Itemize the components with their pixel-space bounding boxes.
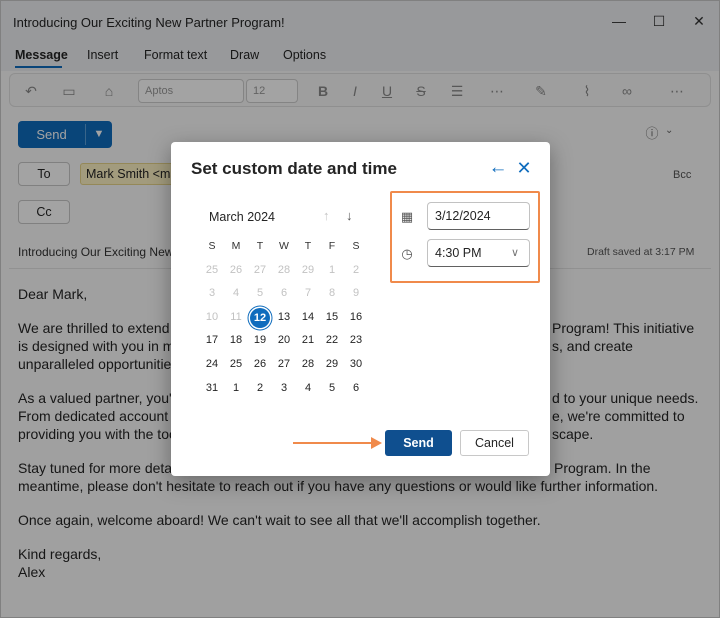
dialog-title: Set custom date and time xyxy=(191,159,397,178)
calendar-day[interactable]: 17 xyxy=(200,329,224,353)
calendar-day: 10 xyxy=(205,310,219,323)
previous-month-arrow-icon[interactable]: ↑ xyxy=(323,208,330,223)
calendar-day[interactable]: 4 xyxy=(296,377,320,401)
calendar-week-row: 25 26 27 28 29 1 2 xyxy=(200,259,368,283)
weekday-header-row: S M T W T F S xyxy=(200,235,368,259)
calendar-month-label: March 2024 xyxy=(209,210,276,224)
next-month-arrow-icon[interactable]: ↓ xyxy=(346,208,353,223)
weekday-label: W xyxy=(279,240,289,252)
calendar-week-row: 17 18 19 20 21 22 23 xyxy=(200,329,368,353)
custom-date-time-dialog: Set custom date and time ← ✕ March 2024 … xyxy=(171,142,550,476)
calendar-day[interactable]: 2 xyxy=(248,377,272,401)
calendar-day[interactable]: 29 xyxy=(320,353,344,377)
calendar-day: 8 xyxy=(328,287,336,300)
calendar-day: 27 xyxy=(253,263,267,276)
calendar-day[interactable]: 25 xyxy=(224,353,248,377)
calendar-day: 6 xyxy=(280,287,288,300)
calendar-day[interactable]: 3 xyxy=(272,377,296,401)
weekday-label: T xyxy=(304,240,312,252)
calendar-day[interactable]: 26 xyxy=(248,353,272,377)
calendar-grid: S M T W T F S 25 26 27 28 29 1 2 3 4 5 6… xyxy=(200,235,368,400)
calendar-day: 28 xyxy=(277,263,291,276)
back-arrow-icon[interactable]: ← xyxy=(487,157,509,179)
calendar-day[interactable]: 30 xyxy=(344,353,368,377)
calendar-day: 5 xyxy=(256,287,264,300)
time-select-value: 4:30 PM xyxy=(435,246,482,260)
calendar-day[interactable]: 24 xyxy=(200,353,224,377)
calendar-day[interactable]: 23 xyxy=(344,329,368,353)
calendar-day[interactable]: 31 xyxy=(200,377,224,401)
calendar-week-row: 24 25 26 27 28 29 30 xyxy=(200,353,368,377)
calendar-day: 26 xyxy=(229,263,243,276)
pointer-arrow xyxy=(293,442,373,444)
dialog-cancel-button[interactable]: Cancel xyxy=(460,430,529,456)
calendar-day: 1 xyxy=(328,263,336,276)
calendar-day[interactable]: 27 xyxy=(272,353,296,377)
calendar-day[interactable]: 13 xyxy=(272,306,296,330)
calendar-week-row: 10 11 12 13 14 15 16 xyxy=(200,306,368,330)
calendar-day: 3 xyxy=(208,287,216,300)
date-input[interactable] xyxy=(427,202,530,230)
weekday-label: T xyxy=(256,240,264,252)
calendar-day: 11 xyxy=(230,310,242,323)
calendar-day: 29 xyxy=(301,263,315,276)
calendar-day[interactable]: 19 xyxy=(248,329,272,353)
calendar-day[interactable]: 21 xyxy=(296,329,320,353)
close-icon[interactable]: ✕ xyxy=(513,157,535,179)
weekday-label: F xyxy=(328,240,336,252)
calendar-day[interactable]: 14 xyxy=(296,306,320,330)
calendar-day[interactable]: 15 xyxy=(320,306,344,330)
calendar-day-selected[interactable]: 12 xyxy=(248,306,272,330)
calendar-day[interactable]: 20 xyxy=(272,329,296,353)
calendar-week-row: 31 1 2 3 4 5 6 xyxy=(200,377,368,401)
calendar-day[interactable]: 16 xyxy=(344,306,368,330)
calendar-day[interactable]: 28 xyxy=(296,353,320,377)
calendar-day[interactable]: 22 xyxy=(320,329,344,353)
dialog-send-button[interactable]: Send xyxy=(385,430,452,456)
calendar-day[interactable]: 1 xyxy=(224,377,248,401)
calendar-day[interactable]: 6 xyxy=(344,377,368,401)
time-select[interactable]: 4:30 PM ∨ xyxy=(427,239,530,267)
calendar-day: 4 xyxy=(232,287,240,300)
weekday-label: M xyxy=(231,240,241,252)
calendar-icon: ▦ xyxy=(400,209,414,224)
clock-icon: ◷ xyxy=(401,246,413,261)
calendar-day: 25 xyxy=(205,263,219,276)
calendar-week-row: 3 4 5 6 7 8 9 xyxy=(200,282,368,306)
calendar-day[interactable]: 18 xyxy=(224,329,248,353)
pointer-arrow-head xyxy=(371,437,382,449)
calendar-day: 9 xyxy=(352,287,360,300)
calendar-day: 7 xyxy=(304,287,312,300)
selected-day-label: 12 xyxy=(250,307,270,328)
weekday-label: S xyxy=(208,240,216,252)
calendar-day[interactable]: 5 xyxy=(320,377,344,401)
calendar-day: 2 xyxy=(352,263,360,276)
weekday-label: S xyxy=(352,240,360,252)
chevron-down-icon: ∨ xyxy=(510,247,519,259)
